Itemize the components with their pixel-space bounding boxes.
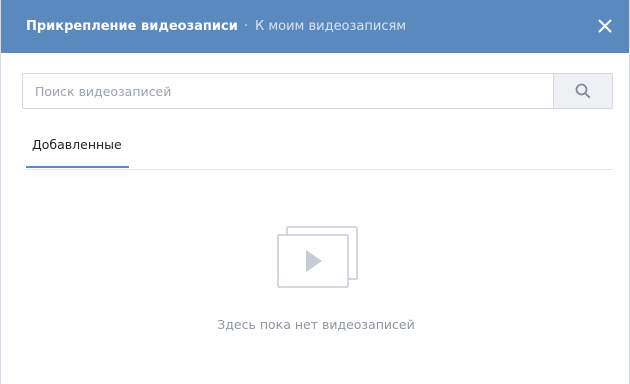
search-icon (575, 83, 591, 99)
tab-added[interactable]: Добавленные (26, 126, 129, 168)
search-bar (22, 73, 613, 109)
close-button[interactable] (595, 16, 615, 36)
video-stack-icon (277, 226, 358, 288)
dialog-header: Прикрепление видеозаписи · К моим видеоз… (1, 0, 629, 53)
close-icon (598, 19, 612, 33)
tab-bar: Добавленные (26, 126, 613, 170)
empty-state-text: Здесь пока нет видеозаписей (217, 317, 415, 332)
attach-video-dialog: Прикрепление видеозаписи · К моим видеоз… (0, 0, 630, 384)
my-videos-link[interactable]: К моим видеозаписям (255, 19, 406, 34)
search-input[interactable] (22, 73, 553, 109)
dialog-title: Прикрепление видеозаписи (26, 19, 238, 34)
search-button[interactable] (553, 73, 613, 109)
title-separator: · (243, 19, 248, 34)
